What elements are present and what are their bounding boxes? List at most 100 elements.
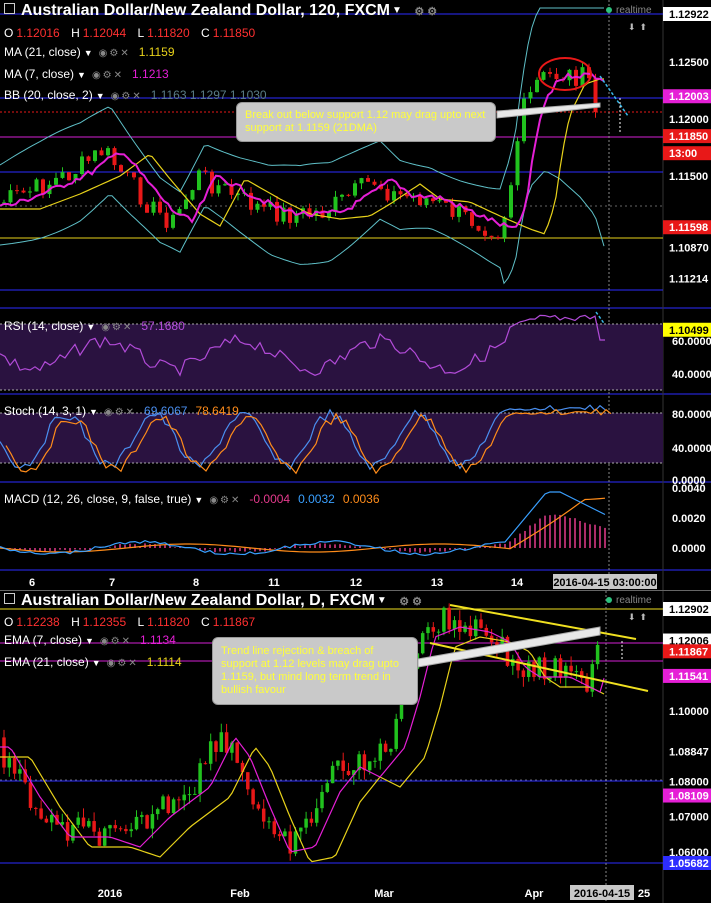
price-label: 1.12902 (669, 604, 709, 616)
candle-body (214, 741, 218, 752)
indicator-bb[interactable]: BB (20, close, 2) ▼ ◉⚙✕ 1.1163 1.1297 1.103… (4, 88, 267, 102)
candle-body (309, 818, 314, 823)
indicator-controls-icon[interactable]: ◉⚙✕ (99, 48, 131, 59)
candle-body (535, 79, 539, 93)
candle-body (392, 191, 396, 201)
indicator-controls-icon[interactable]: ◉⚙✕ (100, 636, 132, 647)
price-label: 1.08109 (669, 791, 709, 803)
candle-body (479, 619, 483, 628)
callout-pointer (496, 102, 601, 119)
candle-body (158, 201, 162, 213)
candle-body (275, 201, 279, 222)
candle-body (108, 825, 112, 829)
candle-body (251, 789, 255, 805)
settings-icon[interactable]: ⚙⚙ (414, 6, 440, 18)
indicator-controls-icon[interactable]: ◉⚙✕ (92, 70, 124, 81)
candle-body (184, 199, 188, 209)
chart-title[interactable]: Australian Dollar/New Zealand Dollar, D,… (4, 592, 425, 610)
price-label: 1.12003 (669, 91, 709, 103)
candle-body (34, 807, 38, 809)
candle-body (516, 658, 520, 671)
collapse-icon[interactable] (4, 593, 15, 604)
candle-body (145, 815, 149, 829)
rsi-tick-label: 60.0000 (672, 336, 711, 348)
indicator-stoch[interactable]: Stoch (14, 3, 1) ▼ ◉⚙✕ 69.6067 78.6419 (4, 404, 239, 418)
candle-body (325, 783, 330, 792)
price-label: 1.07000 (669, 812, 709, 824)
candle-body (548, 72, 552, 74)
indicator-ma21[interactable]: MA (21, close) ▼ ◉⚙✕ 1.1159 (4, 45, 175, 59)
x-tick-label: 25 (638, 888, 650, 900)
trendline-lower (429, 642, 649, 692)
candle-body (383, 743, 388, 752)
indicator-ema7[interactable]: EMA (7, close) ▼ ◉⚙✕ 1.1134 (4, 633, 176, 647)
candle-body (34, 179, 39, 192)
candle-body (272, 821, 277, 835)
indicator-controls-icon[interactable]: ◉⚙✕ (104, 407, 136, 418)
price-label: 1.11850 (669, 131, 708, 143)
candle-body (67, 172, 71, 181)
price-label: 1.12500 (669, 57, 709, 69)
candle-body (426, 627, 430, 634)
candle-body (219, 732, 224, 752)
scroll-arrows-icon[interactable]: ⬇⬆ (628, 22, 651, 33)
stoch-tick-label: 40.0000 (672, 443, 711, 455)
candle-body (452, 620, 457, 630)
candle-body (21, 190, 26, 193)
indicator-ma7[interactable]: MA (7, close) ▼ ◉⚙✕ 1.1213 (4, 67, 169, 81)
candle-body (569, 665, 573, 672)
price-label: 1.11214 (669, 273, 709, 285)
indicator-controls-icon[interactable]: ◉⚙✕ (209, 495, 241, 506)
price-label: 1.11867 (669, 646, 708, 658)
indicator-controls-icon[interactable]: ◉⚙✕ (111, 91, 143, 102)
macd-tick-label: 0.0020 (672, 513, 706, 525)
candle-body (515, 141, 520, 186)
candle-body (470, 212, 474, 226)
chevron-down-icon[interactable]: ▼ (377, 595, 387, 606)
chart-title[interactable]: Australian Dollar/New Zealand Dollar, 12… (4, 2, 440, 20)
candle-body (15, 190, 19, 192)
candle-body (198, 763, 202, 794)
candle-body (129, 829, 133, 832)
candle-body (468, 625, 473, 637)
x-tick-label: Apr (525, 888, 545, 900)
candle-body (138, 177, 143, 205)
indicator-controls-icon[interactable]: ◉⚙✕ (101, 322, 133, 333)
candle-body (86, 156, 91, 161)
x-tick-label: 2016 (98, 888, 122, 900)
candle-body (18, 769, 22, 774)
collapse-icon[interactable] (4, 3, 15, 14)
intraday-chart-panel: 1.12922 1.12500 1.12003 1.12000 1.11850 13:00… (0, 0, 711, 590)
candle-body (224, 732, 229, 753)
indicator-rsi[interactable]: RSI (14, close) ▼ ◉⚙✕ 57.1680 (4, 319, 185, 333)
candle-body (553, 658, 557, 678)
candle-body (496, 237, 500, 239)
candle-body (41, 179, 45, 195)
candle-body (161, 796, 165, 810)
candle-body (216, 185, 221, 194)
x-tick-label: 14 (511, 577, 524, 589)
candle-body (171, 214, 175, 228)
settings-icon[interactable]: ⚙⚙ (399, 596, 425, 608)
x-tick-label: 11 (268, 577, 280, 589)
candle-body (522, 98, 526, 142)
candle-body (119, 165, 123, 172)
indicator-controls-icon[interactable]: ◉⚙✕ (107, 658, 139, 669)
candle-body (447, 607, 451, 630)
indicator-ema21[interactable]: EMA (21, close) ▼ ◉⚙✕ 1.1114 (4, 655, 182, 669)
scroll-arrows-icon[interactable]: ⬇⬆ (628, 612, 651, 623)
x-tick-label: 6 (29, 577, 35, 589)
rsi-tick-label: 40.0000 (672, 369, 711, 381)
candle-body (155, 809, 160, 815)
chevron-down-icon[interactable]: ▼ (392, 5, 402, 16)
candle-body (246, 772, 250, 790)
candle-body (193, 793, 197, 795)
candle-body (346, 194, 351, 196)
indicator-macd[interactable]: MACD (12, 26, close, 9, false, true) ▼ ◉⚙✕… (4, 492, 380, 506)
x-tick-label: Mar (374, 888, 394, 900)
price-label: 13:00 (669, 148, 697, 160)
candle-body (182, 794, 186, 801)
candle-body (489, 235, 494, 238)
candle-body (528, 92, 533, 99)
candle-body (394, 718, 398, 749)
